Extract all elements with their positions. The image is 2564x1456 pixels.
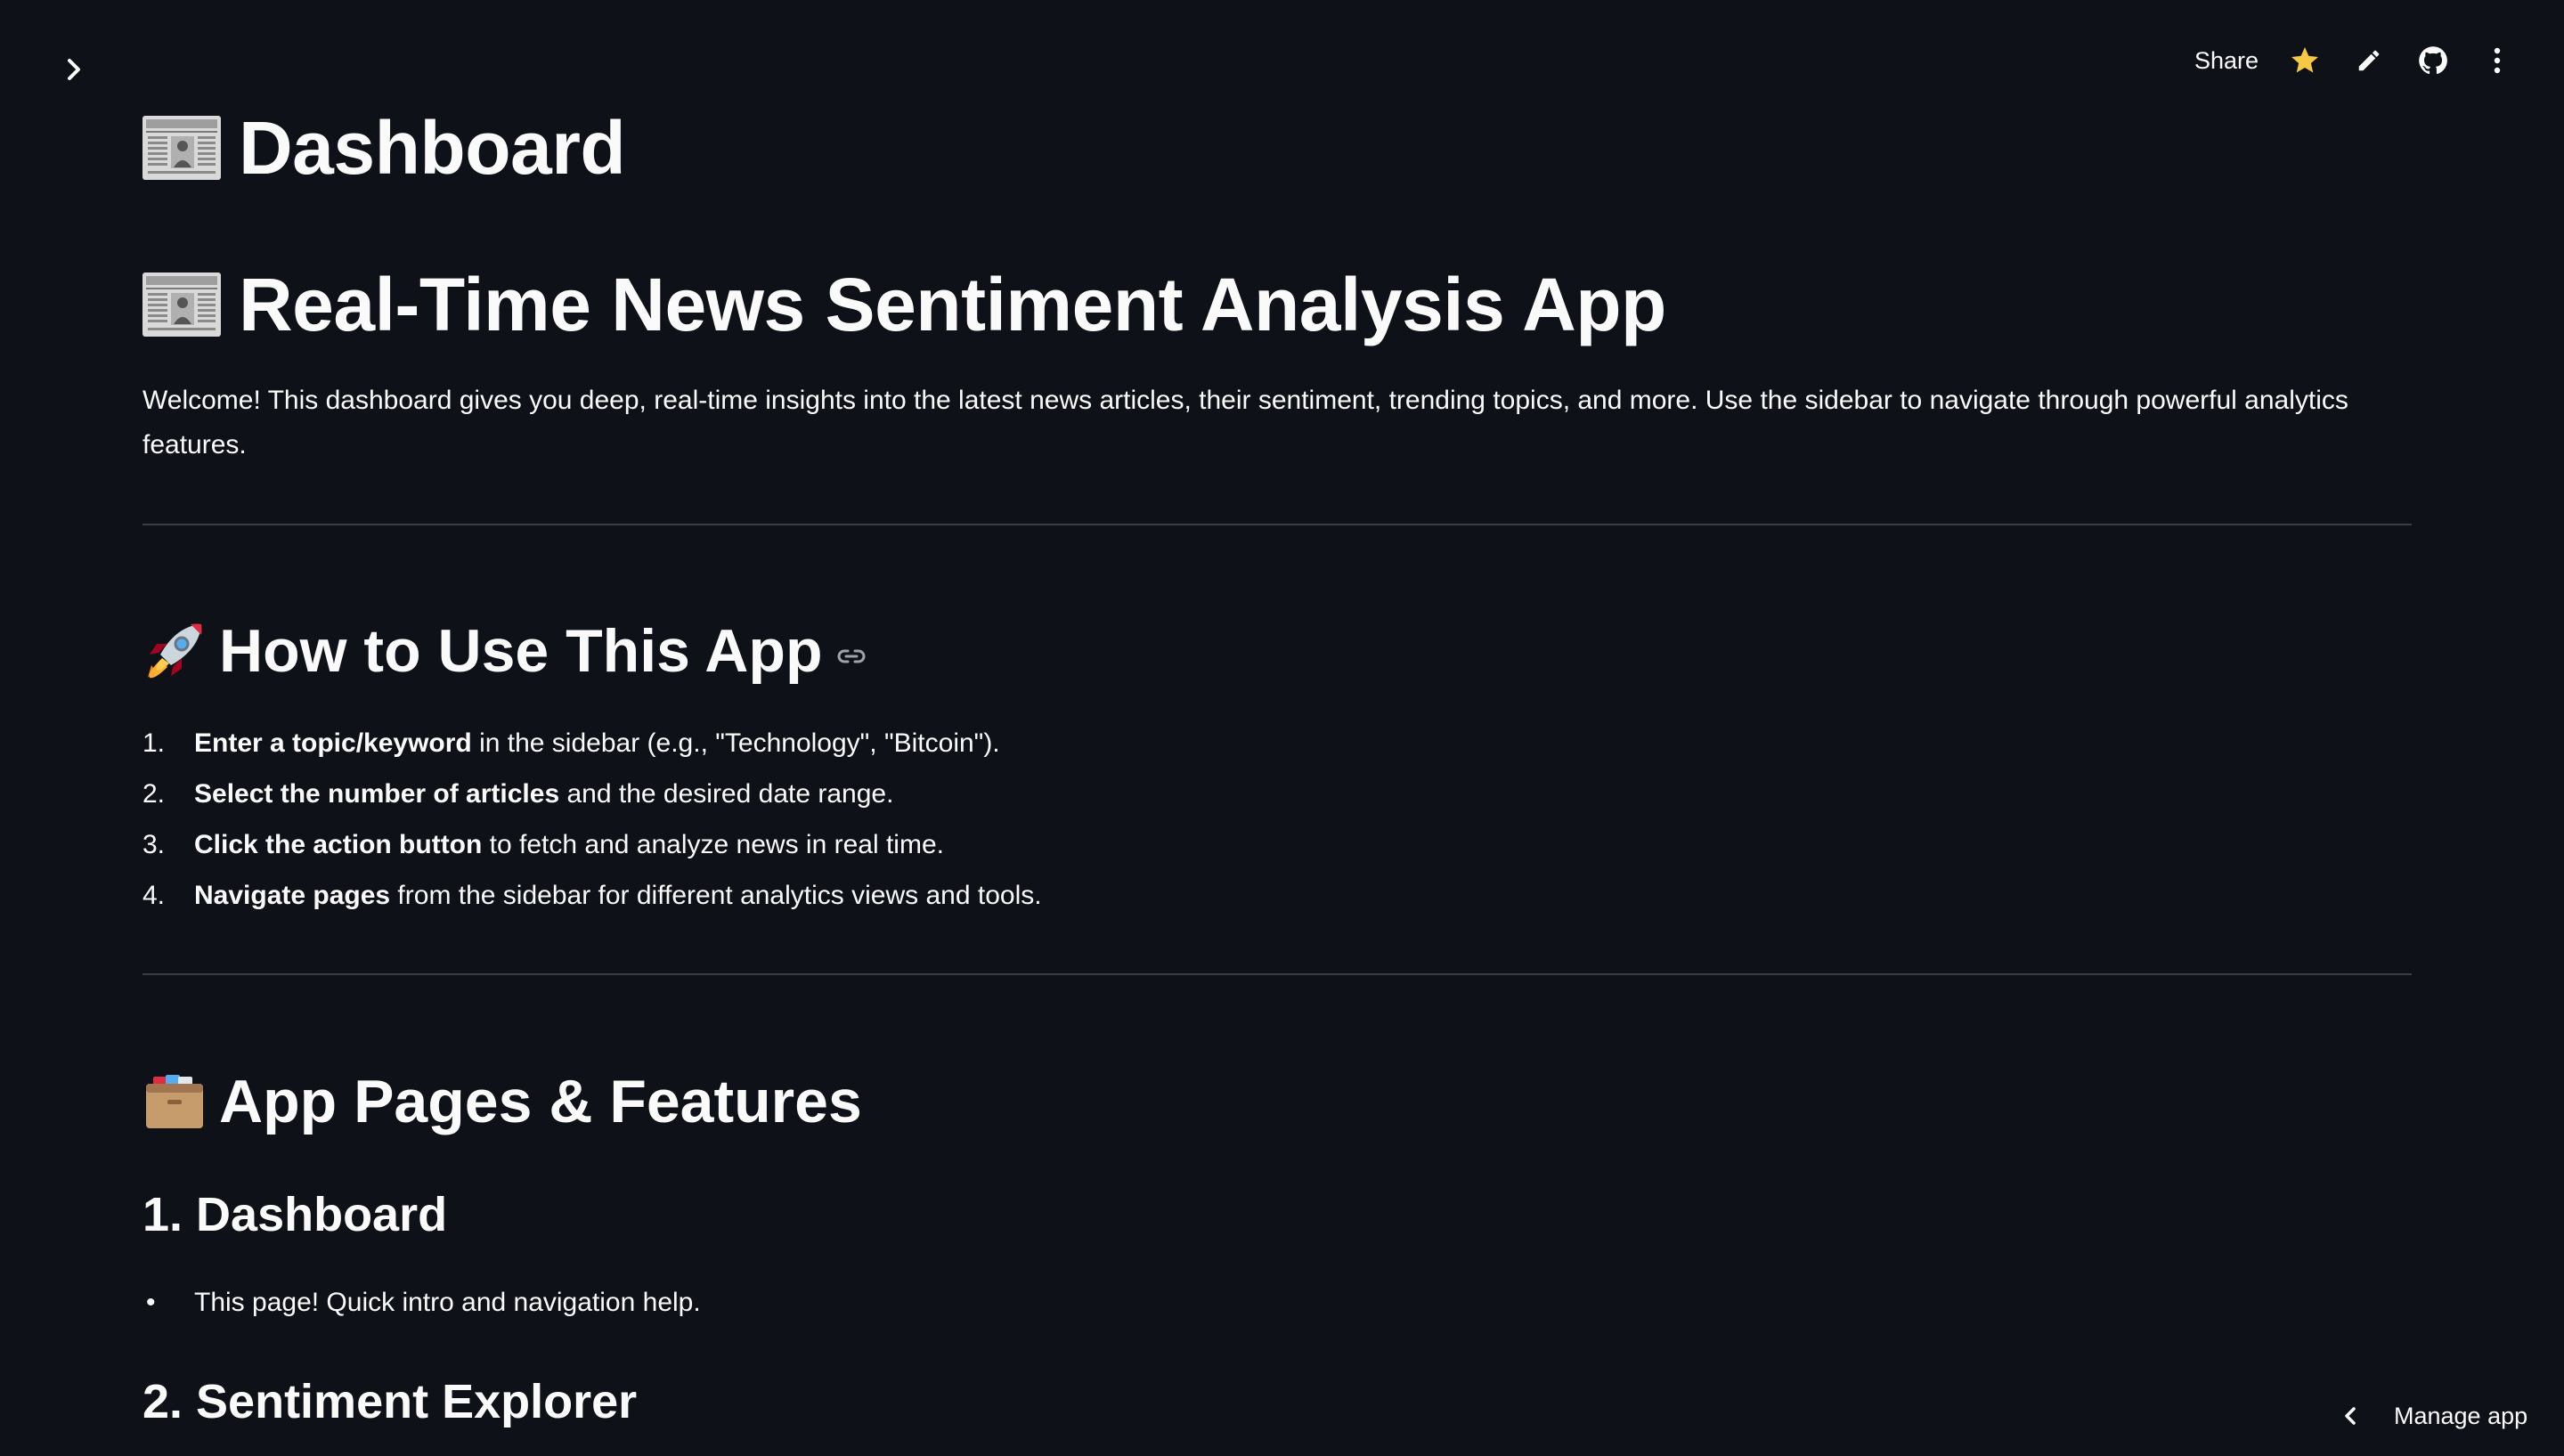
features-heading-text: App Pages & Features [219, 1068, 862, 1135]
list-item: 1. Enter a topic/keyword in the sidebar … [142, 718, 1042, 769]
manage-app-button[interactable]: Manage app [2339, 1396, 2527, 1436]
page-title: Dashboard [142, 103, 626, 192]
section-title: 1. Dashboard [142, 1188, 448, 1241]
how-to-heading-text: How to Use This App [219, 617, 823, 685]
step-text: in the sidebar (e.g., "Technology", "Bit… [471, 728, 1000, 758]
step-number: 4. [142, 881, 166, 910]
rocket-icon [148, 623, 202, 679]
github-button[interactable] [2413, 41, 2453, 80]
bullet-text: This page! Quick intro and navigation he… [194, 1288, 701, 1317]
step-bold: Enter a topic/keyword [194, 728, 472, 758]
favorite-button[interactable] [2285, 41, 2324, 80]
card-file-box-icon [146, 1075, 203, 1128]
step-bold: Select the number of articles [194, 779, 560, 809]
how-to-steps: 1. Enter a topic/keyword in the sidebar … [142, 718, 1042, 921]
share-button[interactable]: Share [2194, 39, 2259, 82]
edit-button[interactable] [2349, 41, 2389, 80]
step-bold: Click the action button [194, 830, 483, 859]
step-number: 1. [142, 728, 166, 758]
sidebar-toggle-button[interactable] [53, 48, 96, 91]
newspaper-icon [142, 116, 221, 180]
main-menu-button[interactable] [2478, 41, 2517, 80]
list-item: 2. Select the number of articles and the… [142, 769, 1042, 819]
section-title: 2. Sentiment Explorer [142, 1375, 638, 1428]
how-to-heading: How to Use This App [142, 614, 867, 687]
list-item: 4. Navigate pages from the sidebar for d… [142, 870, 1042, 921]
step-text: and the desired date range. [559, 779, 894, 809]
app-title-text: Real-Time News Sentiment Analysis App [239, 262, 1666, 346]
manage-app-label: Manage app [2394, 1402, 2528, 1429]
section-bullets: • This page! Quick intro and navigation … [142, 1281, 701, 1325]
step-bold: Navigate pages [194, 881, 391, 910]
intro-line: features. [142, 430, 247, 460]
step-number: 2. [142, 779, 166, 809]
page-title-text: Dashboard [239, 105, 626, 190]
list-item: 3. Click the action button to fetch and … [142, 819, 1042, 870]
step-text: from the sidebar for different analytics… [390, 881, 1042, 910]
intro-line: Welcome! This dashboard gives you deep, … [142, 386, 2348, 415]
pencil-icon [2358, 50, 2380, 71]
kebab-menu-icon [2494, 47, 2501, 74]
star-icon [2291, 47, 2318, 73]
share-label: Share [2194, 46, 2259, 74]
chevron-left-icon [2345, 1407, 2356, 1425]
intro-paragraph: Welcome! This dashboard gives you deep, … [142, 378, 2412, 468]
features-heading: App Pages & Features [142, 1065, 862, 1138]
app-title: Real-Time News Sentiment Analysis App [142, 260, 1666, 349]
step-text: to fetch and analyze news in real time. [482, 830, 944, 859]
newspaper-icon [142, 272, 221, 337]
link-icon[interactable] [836, 647, 867, 665]
step-number: 3. [142, 830, 166, 859]
list-item: • This page! Quick intro and navigation … [142, 1281, 701, 1325]
divider [142, 524, 2412, 525]
github-icon [2419, 46, 2447, 74]
divider [142, 973, 2412, 975]
chevron-right-icon [68, 59, 80, 80]
